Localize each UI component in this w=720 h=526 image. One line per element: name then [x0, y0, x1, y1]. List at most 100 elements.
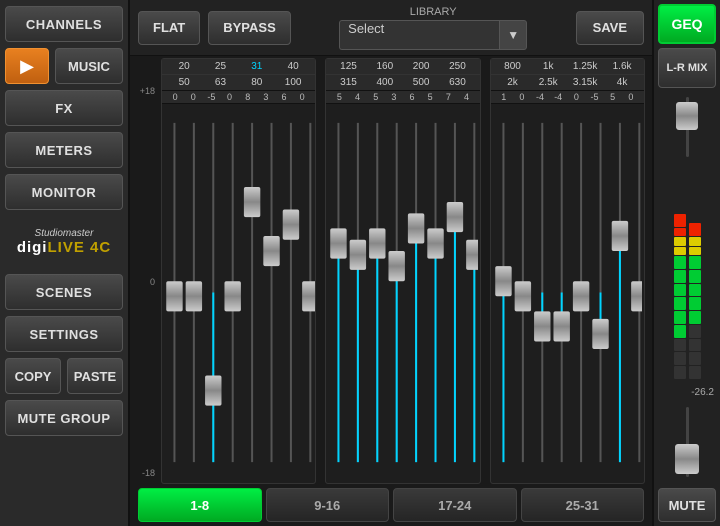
vu-bar-green3-r: [689, 284, 701, 297]
vu-bar-yellow2-r: [689, 247, 701, 256]
vu-bar-green5-l: [674, 311, 686, 324]
gain-0: 0: [168, 92, 182, 102]
gain-3: 0: [223, 92, 237, 102]
gain-m5: 5: [423, 92, 437, 102]
vu-bar-red-l: [674, 214, 686, 227]
fader-handle-5[interactable]: [244, 187, 260, 217]
gain-2: -5: [204, 92, 218, 102]
vu-bar-red-r: [689, 223, 701, 236]
page-tabs: 1-8 9-16 17-24 25-31: [134, 484, 648, 526]
mute-button[interactable]: MUTE: [658, 488, 716, 522]
vu-bar-off1-r: [689, 325, 701, 338]
vu-bar-yellow-l: [674, 237, 686, 246]
vu-bar-off3-l: [674, 366, 686, 379]
freq-2k: 2k: [502, 77, 524, 88]
gain-m0: 5: [332, 92, 346, 102]
gain-1: 0: [186, 92, 200, 102]
paste-button[interactable]: PASTE: [67, 358, 123, 394]
fader-handle-6[interactable]: [263, 236, 279, 266]
channels-button[interactable]: CHANNELS: [5, 6, 123, 42]
play-button[interactable]: ▶: [5, 48, 49, 84]
high-faders-area: [491, 104, 644, 483]
freq-20: 20: [173, 61, 195, 72]
library-select-text: Select: [348, 21, 384, 36]
copy-button[interactable]: COPY: [5, 358, 61, 394]
freq-200: 200: [410, 61, 432, 72]
library-dropdown-button[interactable]: ▼: [499, 20, 527, 50]
main-fader-handle[interactable]: [675, 444, 699, 474]
scenes-button[interactable]: SCENES: [5, 274, 123, 310]
freq-25: 25: [209, 61, 231, 72]
fader-handle-2[interactable]: [186, 281, 202, 311]
fader-handle-3[interactable]: [205, 375, 221, 405]
freq-1k: 1k: [537, 61, 559, 72]
freq-4k: 4k: [611, 77, 633, 88]
top-bar: FLAT BYPASS LIBRARY Select ▼ SAVE: [130, 0, 652, 56]
geq-button[interactable]: GEQ: [658, 4, 716, 44]
scale-bot: -18: [134, 468, 155, 478]
page-tab-9-16[interactable]: 9-16: [266, 488, 390, 522]
gain-h5: -5: [588, 92, 602, 102]
vu-right: [689, 166, 701, 379]
gain-m6: 7: [441, 92, 455, 102]
db-value: -26.2: [691, 387, 714, 398]
page-tab-1-8[interactable]: 1-8: [138, 488, 262, 522]
lrmix-button[interactable]: L-R MIX: [658, 48, 716, 88]
bypass-button[interactable]: BYPASS: [208, 11, 291, 45]
vu-bar-off2-r: [689, 339, 701, 352]
vu-bar-off1-l: [674, 339, 686, 352]
eq-band-high: 800 1k 1.25k 1.6k 2k 2.5k 3.15k 4k 1 0: [490, 58, 645, 484]
freq-800: 800: [502, 61, 524, 72]
vu-bar-green2-r: [689, 270, 701, 283]
gain-h2: -4: [533, 92, 547, 102]
low-faders-area: [162, 104, 315, 483]
vu-bar-green1-l: [674, 256, 686, 269]
mute-group-button[interactable]: MUTE GROUP: [5, 400, 123, 436]
gain-h4: 0: [569, 92, 583, 102]
fader-handle-4[interactable]: [224, 281, 240, 311]
gain-m2: 5: [369, 92, 383, 102]
page-tab-17-24[interactable]: 17-24: [393, 488, 517, 522]
low-faders-svg: [164, 104, 313, 481]
gain-m4: 6: [405, 92, 419, 102]
meters-button[interactable]: METERS: [5, 132, 123, 168]
freq-3.15k: 3.15k: [573, 77, 597, 88]
page-tab-25-31[interactable]: 25-31: [521, 488, 645, 522]
gain-m3: 3: [387, 92, 401, 102]
right-fader-handle[interactable]: [676, 102, 698, 130]
settings-button[interactable]: SETTINGS: [5, 316, 123, 352]
freq-315: 315: [337, 77, 359, 88]
freq-125: 125: [337, 61, 359, 72]
vu-bar-green2-l: [674, 270, 686, 283]
vu-bar-green6-l: [674, 325, 686, 338]
fx-button[interactable]: FX: [5, 90, 123, 126]
vu-bar-off3-r: [689, 352, 701, 365]
db-value-container: -26.2: [658, 387, 716, 398]
fader-handle-1[interactable]: [166, 281, 182, 311]
freq-31: 31: [246, 61, 268, 72]
freq-1.25k: 1.25k: [573, 61, 597, 72]
scale-mid: 0: [134, 277, 155, 287]
eq-band-low: 20 25 31 40 50 63 80 100 0 0 -5: [161, 58, 316, 484]
fader-handle-8[interactable]: [302, 281, 315, 311]
music-button[interactable]: MUSIC: [55, 48, 123, 84]
vu-bar-green5-r: [689, 311, 701, 324]
eq-bands-container: 20 25 31 40 50 63 80 100 0 0 -5: [158, 58, 648, 484]
gain-h7: 0: [624, 92, 638, 102]
gain-m1: 4: [351, 92, 365, 102]
monitor-button[interactable]: MONITOR: [5, 174, 123, 210]
play-icon: ▶: [20, 56, 34, 77]
freq-100: 100: [282, 77, 304, 88]
gain-h6: 5: [606, 92, 620, 102]
library-title: LIBRARY: [339, 6, 527, 18]
freq-160: 160: [374, 61, 396, 72]
gain-6: 6: [277, 92, 291, 102]
logo: Studiomaster digiLIVE 4C: [5, 218, 123, 266]
fader-handle-7[interactable]: [283, 210, 299, 240]
flat-button[interactable]: FLAT: [138, 11, 200, 45]
save-button[interactable]: SAVE: [576, 11, 644, 45]
vu-bar-off4-r: [689, 366, 701, 379]
eq-band-mid: 125 160 200 250 315 400 500 630 5 4: [325, 58, 480, 484]
library-select[interactable]: Select: [339, 20, 499, 50]
gain-h3: -4: [551, 92, 565, 102]
